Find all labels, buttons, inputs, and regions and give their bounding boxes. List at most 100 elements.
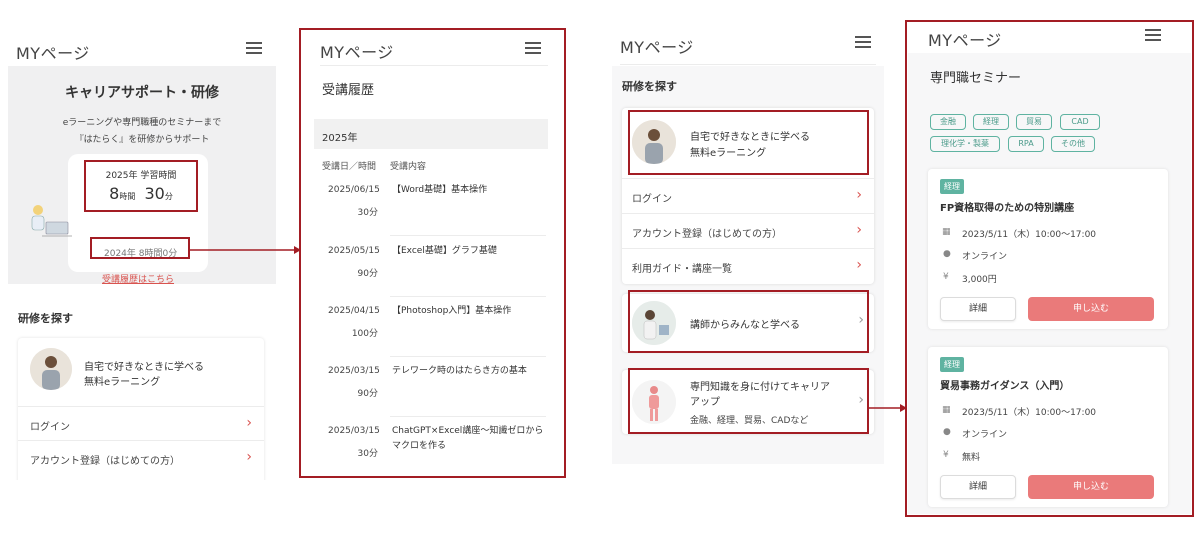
history-date: 2025/05/15 (328, 246, 380, 256)
illustration-person (22, 202, 78, 242)
calendar-icon: ▦ (942, 227, 951, 237)
section-title-search: 研修を探す (622, 80, 677, 93)
history-item: 2025/03/15 30分 ChatGPT×Excel講座〜知識ゼロからマクロ… (302, 416, 563, 471)
study-time-value: 8時間 30分 (96, 184, 186, 203)
tag-rpa[interactable]: RPA (1008, 136, 1044, 152)
year-band: 2025年 (314, 119, 548, 149)
tag-chemistry[interactable]: 理化学・製薬 (930, 136, 1000, 152)
logo: MYページ (620, 38, 694, 57)
history-title: ChatGPT×Excel講座〜知識ゼロからマクロを作る (392, 426, 544, 451)
seminar-datetime: 2023/5/11（木）10:00〜17:00 (962, 230, 1097, 240)
section-title-search: 研修を探す (18, 312, 73, 325)
col-content-header: 受講内容 (390, 162, 427, 172)
row-guide[interactable]: 利用ガイド・講座一覧 › (622, 248, 874, 284)
row-register[interactable]: アカウント登録（はじめての方） › (622, 213, 874, 248)
seminar-price: 3,000円 (962, 275, 997, 285)
seminar-price: 無料 (962, 453, 981, 463)
history-item: 2025/05/15 90分 【Excel基礎】グラフ基礎 (302, 236, 563, 297)
history-date: 2025/04/15 (328, 306, 380, 316)
detail-button[interactable]: 詳細 (940, 297, 1016, 321)
study-hours: 8 (109, 184, 120, 203)
history-minutes: 90分 (357, 269, 378, 279)
hamburger-icon[interactable] (525, 42, 541, 54)
history-item: 2025/04/15 100分 【Photoshop入門】基本操作 (302, 296, 563, 357)
hamburger-icon[interactable] (1145, 29, 1161, 41)
yen-icon: ¥ (943, 272, 949, 282)
row-login[interactable]: ログイン › (622, 178, 874, 213)
chevron-right-icon: › (856, 187, 862, 203)
seminar-card: 経理 FP資格取得のための特別講座 ▦ 2023/5/11（木）10:00〜17… (928, 169, 1168, 329)
history-date: 2025/06/15 (328, 185, 380, 195)
seminar-title: FP資格取得のための特別講座 (940, 203, 1075, 214)
chevron-right-icon: › (856, 222, 862, 238)
hero-title: キャリアサポート・研修 (65, 85, 219, 101)
history-item: 2025/03/15 90分 テレワーク時のはたらき方の基本 (302, 356, 563, 417)
tag-cad[interactable]: CAD (1060, 114, 1100, 130)
history-date: 2025/03/15 (328, 426, 380, 436)
chevron-right-icon: › (246, 449, 252, 465)
hero-subtitle-2: 『はたらく』を研修からサポート (74, 135, 210, 145)
hamburger-icon[interactable] (246, 42, 262, 54)
calendar-icon: ▦ (942, 405, 951, 415)
elearning-line-1[interactable]: 自宅で好きなときに学べる (84, 358, 204, 373)
logo: MYページ (16, 44, 90, 63)
year-label: 2025年 (322, 133, 358, 144)
row-login[interactable]: ログイン › (18, 406, 264, 440)
screen-seminar: MYページ 専門職セミナー 金融 経理 貿易 CAD 理化学・製薬 RPA その… (908, 23, 1191, 514)
tag-accounting[interactable]: 経理 (973, 114, 1009, 130)
elearning-photo (30, 348, 72, 390)
chevron-right-icon: › (246, 415, 252, 431)
elearning-line-2[interactable]: 無料eラーニング (84, 373, 160, 388)
study-minutes: 30 (144, 184, 165, 203)
row-login-label: ログイン (632, 194, 672, 205)
hero-subtitle-1: eラーニングや専門職種のセミナーまで (62, 118, 222, 128)
highlight-teacher (628, 290, 869, 353)
logo: MYページ (928, 31, 1002, 50)
history-minutes: 100分 (351, 329, 378, 339)
seminar-datetime: 2023/5/11（木）10:00〜17:00 (962, 408, 1097, 418)
apply-button[interactable]: 申し込む (1028, 475, 1154, 499)
history-date: 2025/03/15 (328, 366, 380, 376)
screen-history: MYページ 受講履歴 2025年 受講日／時間 受講内容 2025/06/15 … (302, 31, 563, 475)
seminar-card: 経理 貿易事務ガイダンス（入門） ▦ 2023/5/11（木）10:00〜17:… (928, 347, 1168, 507)
seminar-category: 経理 (940, 357, 964, 372)
study-minutes-unit: 分 (164, 192, 173, 201)
tag-other[interactable]: その他 (1051, 136, 1095, 152)
seminar-place: オンライン (962, 430, 1008, 440)
arrow-to-history (190, 246, 301, 254)
header-divider (620, 64, 876, 65)
seminar-place: オンライン (962, 252, 1008, 262)
history-title: テレワーク時のはたらき方の基本 (392, 366, 527, 376)
location-pin-icon: ● (943, 427, 951, 437)
col-date-header: 受講日／時間 (322, 162, 377, 172)
highlight-history-link (90, 237, 190, 259)
history-link[interactable]: 受講履歴はこちら (102, 272, 174, 285)
seminar-category: 経理 (940, 179, 964, 194)
detail-button[interactable]: 詳細 (940, 475, 1016, 499)
highlight-expert (628, 368, 869, 434)
hamburger-icon[interactable] (855, 36, 871, 48)
history-title: 【Word基礎】基本操作 (392, 185, 488, 195)
study-hours-unit: 時間 (119, 192, 136, 201)
history-minutes: 30分 (357, 208, 378, 218)
row-register-label: アカウント登録（はじめての方） (632, 229, 782, 240)
tag-trade[interactable]: 貿易 (1016, 114, 1052, 130)
header-divider (320, 65, 548, 66)
chevron-right-icon: › (856, 257, 862, 273)
yen-icon: ¥ (943, 450, 949, 460)
row-register-label: アカウント登録（はじめての方） (30, 456, 180, 467)
seminar-title: 貿易事務ガイダンス（入門） (940, 381, 1070, 392)
logo: MYページ (320, 43, 394, 62)
apply-button[interactable]: 申し込む (1028, 297, 1154, 321)
history-title: 【Photoshop入門】基本操作 (392, 306, 512, 316)
row-login-label: ログイン (30, 422, 70, 433)
page-title: 専門職セミナー (930, 71, 1022, 86)
row-guide-label: 利用ガイド・講座一覧 (632, 264, 732, 275)
menu-card: 自宅で好きなときに学べる 無料eラーニング ログイン › アカウント登録（はじめ… (18, 338, 264, 480)
page-title: 受講履歴 (322, 83, 375, 98)
study-label: 2025年 学習時間 (105, 171, 177, 181)
history-minutes: 30分 (357, 449, 378, 459)
arrow-to-seminar (868, 404, 907, 412)
tag-finance[interactable]: 金融 (930, 114, 966, 130)
row-register[interactable]: アカウント登録（はじめての方） › (18, 440, 264, 474)
